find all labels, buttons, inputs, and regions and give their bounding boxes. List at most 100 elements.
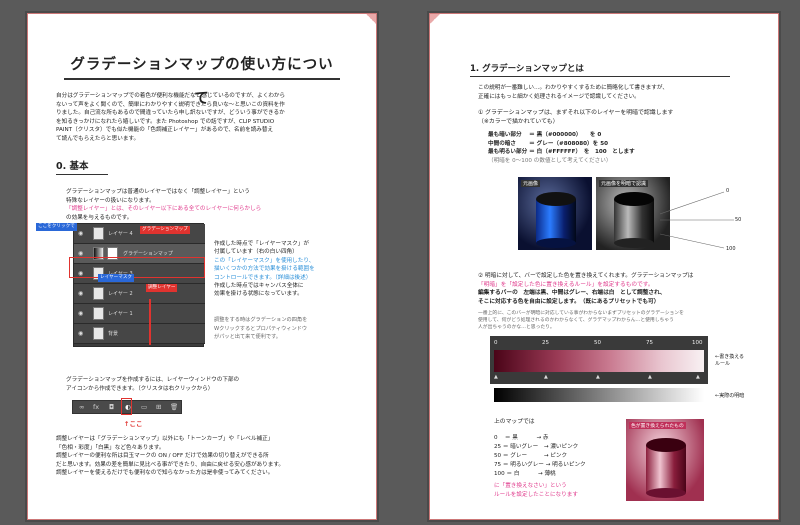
text-line: 「調整レイヤー」とは、そのレイヤー以下にある全てのレイヤーに何らかしら <box>66 206 262 213</box>
layer-thumbnail <box>93 287 104 300</box>
text-line: コントロールできます。（詳細は後述） <box>214 274 312 281</box>
highlight-box <box>121 398 132 415</box>
image-label: 元画像を明暗で認識 <box>599 180 649 187</box>
map-title: 上のマップでは <box>494 419 535 425</box>
page-right: 1. グラデーションマップとは この説明が一番難しい…。わかりやすくするために簡… <box>429 13 779 520</box>
text-line: 描いくつかの方法で効果を掛ける範囲を <box>214 266 315 273</box>
mask-explanation: 作成した時点で「レイヤーマスク」が 付属しています（右の白い四角） この「レイヤ… <box>214 240 364 299</box>
layers-panel: ◉レイヤー 4 ◉グラデーションマップ ◉レイヤー 3 ◉レイヤー 2 ◉レイヤ… <box>73 223 205 347</box>
brightness-pointer-lines <box>660 191 734 249</box>
annotation-layer-mask: レイヤーマスク <box>98 274 135 282</box>
cylinder-illustration <box>536 192 576 248</box>
text-line: グラデーションマップは普通のレイヤーではなく「調整レイヤー」という <box>66 189 250 195</box>
text-line: 使用して、何がどう処理されるのかわからなくて、グラデマップわからん…と使用しちゃ… <box>478 318 674 323</box>
ramp-ticks: 0 25 50 75 100 <box>494 340 704 348</box>
folder-icon[interactable]: ▭ <box>141 403 147 411</box>
image-label: 元画像 <box>521 180 541 187</box>
text-line: 中間の暗さ ＝ グレー（#808080）を 50 <box>488 140 608 147</box>
stop-icon[interactable]: ▲ <box>544 374 548 380</box>
intro-line: りました。自己流な所もあるので間違っていたら申し訳ないですが、どういう事ができる… <box>56 110 285 117</box>
eye-icon[interactable]: ◉ <box>78 290 83 297</box>
text-line: 「色相・彩度」「白黒」など色々あります。 <box>56 444 165 451</box>
note-2: 一番上的に、このバーが明暗に対応している事がわからないまずプリセットのグラデーシ… <box>478 310 768 331</box>
annotation-gradient-map: グラデーションマップ <box>140 226 190 234</box>
layer-thumbnail <box>93 307 104 320</box>
text-line: 人が出ちゃうのかな…と思ったり。 <box>478 325 555 330</box>
page-title: グラデーションマップの使い方について <box>64 48 340 107</box>
layer-name: レイヤー 4 <box>108 231 133 237</box>
stop-icon[interactable]: ▲ <box>696 374 700 380</box>
intro-line: て読んでもらえたらと思います。 <box>56 135 140 142</box>
intro-line: ないって声をよく聞くので、簡単にわかりやすく説明できたら良いな～と思いこの資料を… <box>56 101 285 108</box>
section-heading-1: 1. グラデーションマップとは <box>470 62 730 77</box>
text-line: 最も明るい部分 ＝ 白（#FFFFFF） を 100 とします <box>488 149 635 156</box>
text-line: Wクリックするとプロパティウィンドウ <box>214 325 308 332</box>
trash-icon[interactable]: 🗑 <box>170 403 178 411</box>
text-line: 調整レイヤーの便利な所は目玉マークの ON / OFF だけで効果の切り替えがで… <box>56 453 269 460</box>
mapped-image: 色が置き換えられたもの <box>626 419 704 501</box>
cylinder-illustration <box>614 192 654 248</box>
page-corner <box>430 14 440 24</box>
text-line: 「明暗」を「設定した色に置き換えるルール」を設定するものです。 <box>478 281 654 288</box>
actual-brightness-bar <box>494 388 704 402</box>
image-label: 色が置き換えられたもの <box>629 422 686 429</box>
layer-name: グラデーションマップ <box>123 251 173 257</box>
layer-row[interactable]: ◉ レイヤー 2 <box>74 284 205 304</box>
tick-label: 25 <box>542 340 549 346</box>
text-line: 50 ＝ グレー → ピンク <box>494 453 568 459</box>
here-label: ↑ここ <box>124 420 143 428</box>
highlight-box <box>69 257 205 278</box>
text-line: 調整レイヤーを使えるだけでも便利なので知らなかった方は是非使ってみてください。 <box>56 470 274 477</box>
text-line: の効果を与えるものです。 <box>66 214 133 221</box>
stop-icon[interactable]: ▲ <box>648 374 652 380</box>
text-line: がパッと出て来て便利です。 <box>214 334 281 341</box>
original-image: 元画像 <box>518 177 592 250</box>
text-line: 作成した時点で「レイヤーマスク」が <box>214 241 309 247</box>
cylinder-illustration <box>646 438 686 498</box>
link-icon[interactable]: ∞ <box>79 403 84 411</box>
basic-paragraph: グラデーションマップは普通のレイヤーではなく「調整レイヤー」という 特殊なレイヤ… <box>66 188 346 222</box>
layer-name: レイヤー 1 <box>108 311 133 317</box>
s1-intro: この説明が一番難しい…。わかりやすくするために簡略化して書きますが、 正確にはも… <box>478 84 768 101</box>
stop-icon[interactable]: ▲ <box>596 374 600 380</box>
fx-icon[interactable]: fx <box>93 403 99 411</box>
eye-icon[interactable]: ◉ <box>78 310 83 317</box>
text-line: グラデーションマップを作成するには、レイヤーウィンドウの下部の <box>66 377 240 383</box>
text-line: 付属しています（右の白い四角） <box>214 249 298 256</box>
layer-thumbnail <box>93 327 104 340</box>
eye-icon[interactable]: ◉ <box>78 250 83 257</box>
point-1: ① グラデーションマップは、まずそれ以下のレイヤーを明暗で認識します （※カラー… <box>478 109 768 126</box>
eye-icon[interactable]: ◉ <box>78 330 83 337</box>
section-heading-basic: 0. 基本 <box>56 158 108 175</box>
text-line: ① グラデーションマップは、まずそれ以下のレイヤーを明暗で認識します <box>478 110 674 116</box>
color-stops: ▲ ▲ ▲ ▲ ▲ <box>494 374 704 380</box>
text-line: アイコンから作成できます。（クリスタは右クリックから） <box>66 385 214 392</box>
layer-name: レイヤー 2 <box>108 291 133 297</box>
text-line: 最も暗い部分 ＝ 黒（#000000） を 0 <box>488 132 602 138</box>
text-line: この説明が一番難しい…。わかりやすくするために簡略化して書きますが、 <box>478 85 668 91</box>
text-line: だと思います。効果の差を簡単に見比べる事ができたり、自由に戻せる安心感があります… <box>56 461 285 468</box>
layer-row[interactable]: ◉ 背景 <box>74 324 205 344</box>
levels-list: 最も暗い部分 ＝ 黒（#000000） を 0 中間の暗さ ＝ グレー（#808… <box>488 131 768 165</box>
text-line: 75 ＝ 明るいグレー → 明るいピンク <box>494 462 586 468</box>
text-line: 調整レイヤーは「グラデーションマップ」以外にも「トーンカーブ」や「レベル補正」 <box>56 436 274 442</box>
stop-icon[interactable]: ▲ <box>494 374 498 380</box>
text-line: 作成した時点ではキャンバス全体に <box>214 283 304 290</box>
tip-note: 調整をする時はグラデーションの四角を Wクリックするとプロパティウィンドウ がパ… <box>214 316 364 342</box>
point-2: ② 明暗に対して、バーで設定した色を置き換えてくれます。グラデーションマップは … <box>478 272 768 306</box>
grayscale-image: 元画像を明暗で認識 <box>596 177 670 250</box>
bottom-paragraph: 調整レイヤーは「グラデーションマップ」以外にも「トーンカーブ」や「レベル補正」 … <box>56 435 366 478</box>
tick-label: 50 <box>594 340 601 346</box>
map-list: 0 ＝ 黒 → 赤 25 ＝ 暗いグレー → 濃いピンク 50 ＝ グレー → … <box>494 434 634 479</box>
gradient-bar[interactable] <box>494 350 704 372</box>
actual-label: ←実際の明暗 <box>715 393 745 399</box>
layer-row[interactable]: ◉ レイヤー 1 <box>74 304 205 324</box>
text-line: 効果を掛ける状態になっています。 <box>214 291 303 298</box>
create-paragraph: グラデーションマップを作成するには、レイヤーウィンドウの下部の アイコンから作成… <box>66 376 346 393</box>
text-line: 正確にはもっと細かく処理されるイメージで認識してください。 <box>478 93 640 100</box>
text-line: （明暗を 0～100 の数値として考えてください） <box>488 157 612 164</box>
new-layer-icon[interactable]: ⊞ <box>156 403 161 411</box>
eye-icon[interactable]: ◉ <box>78 230 83 237</box>
mask-icon[interactable]: ◘ <box>109 403 114 411</box>
text-line: この「レイヤーマスク」を使用したり、 <box>214 257 315 264</box>
